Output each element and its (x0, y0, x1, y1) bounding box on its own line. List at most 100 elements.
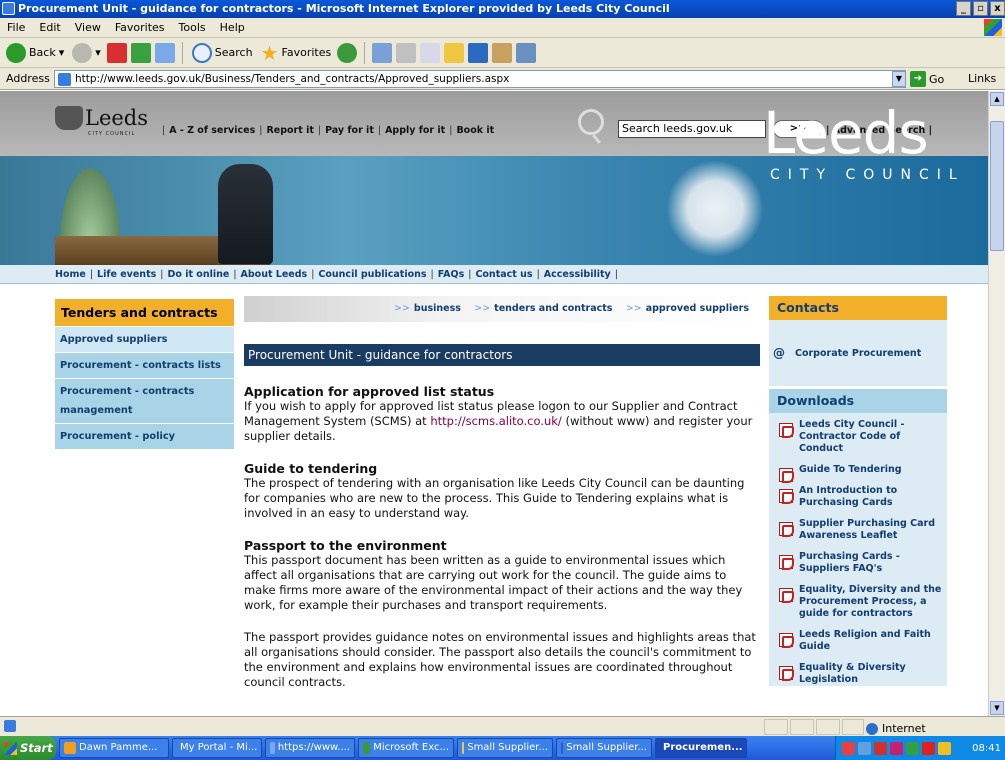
tray-icon[interactable] (858, 741, 871, 755)
history-icon[interactable] (337, 42, 358, 63)
vertical-scrollbar[interactable]: ▲ ▼ (988, 91, 1005, 716)
browser-toolbar: Back ▾ ▾ Search ★ Favorites (0, 38, 1005, 68)
link-book-it[interactable]: Book it (456, 125, 494, 136)
page-status-icon (4, 720, 16, 732)
tray-icon[interactable] (890, 741, 903, 755)
home-icon[interactable] (154, 42, 175, 63)
back-arrow-icon (6, 42, 26, 63)
nav-life-events[interactable]: Life events (97, 269, 156, 280)
taskbar-item[interactable]: https://www.... (265, 738, 355, 758)
download-item[interactable]: Equality, Diversity and the Procurement … (769, 584, 947, 620)
download-item[interactable]: Equality & Diversity Legislation (769, 662, 947, 686)
status-cell (842, 719, 864, 735)
folder-icon[interactable] (444, 42, 465, 63)
left-nav: Tenders and contracts Approved suppliers… (55, 299, 234, 450)
crest-icon (55, 106, 83, 130)
scms-link[interactable]: http://scms.alito.co.uk/ (430, 414, 561, 428)
forward-button[interactable]: ▾ (70, 41, 103, 65)
menu-file[interactable]: File (0, 21, 32, 34)
print-icon[interactable] (396, 42, 417, 63)
breadcrumb-tenders[interactable]: tenders and contracts (494, 303, 612, 314)
taskbar-item[interactable]: Microsoft Exc... (358, 738, 454, 758)
link-a-z[interactable]: A - Z of services (169, 125, 255, 136)
search-icon (191, 42, 212, 63)
close-button[interactable]: x (990, 1, 1005, 16)
left-nav-item-policy[interactable]: Procurement - policy (55, 424, 234, 450)
start-label: Start (20, 741, 53, 755)
status-cell (764, 719, 788, 735)
start-button[interactable]: Start (0, 736, 56, 760)
tray-icon[interactable] (922, 741, 935, 755)
menu-help[interactable]: Help (213, 21, 252, 34)
chevron-down-icon: ▾ (95, 46, 101, 59)
leeds-logo[interactable]: Leeds CITY COUNCIL (55, 106, 148, 137)
nav-faqs[interactable]: FAQs (438, 269, 464, 280)
tray-icon[interactable] (938, 741, 951, 755)
chevron-down-icon: ▾ (58, 46, 65, 59)
taskbar-item[interactable]: Dawn Pamme... (59, 738, 169, 758)
chevron-right-icon: >> (474, 303, 491, 314)
ie-icon (2, 2, 15, 15)
links-button[interactable]: Links (968, 72, 996, 85)
nav-council-publications[interactable]: Council publications (318, 269, 426, 280)
address-input[interactable]: http://www.leeds.gov.uk/Business/Tenders… (54, 70, 906, 88)
nav-about-leeds[interactable]: About Leeds (241, 269, 308, 280)
pdf-icon (779, 555, 794, 570)
page-icon (58, 73, 71, 86)
nav-accessibility[interactable]: Accessibility (544, 269, 611, 280)
address-dropdown[interactable]: ▼ (892, 71, 906, 87)
favorites-button[interactable]: ★ Favorites (259, 41, 334, 65)
scroll-thumb[interactable] (990, 121, 1004, 251)
main-nav: Home | Life events | Do it online | About Leed… (0, 265, 988, 284)
search-button[interactable]: Search (190, 41, 255, 65)
taskbar-item[interactable]: Small Supplier... (556, 738, 652, 758)
nav-contact-us[interactable]: Contact us (475, 269, 532, 280)
back-button[interactable]: Back ▾ (4, 41, 66, 65)
refresh-icon[interactable] (130, 42, 151, 63)
download-item[interactable]: Leeds City Council - Contractor Code of … (769, 419, 947, 455)
breadcrumb-approved-suppliers[interactable]: approved suppliers (646, 303, 749, 314)
site-search-input[interactable]: Search leeds.gov.uk (618, 120, 766, 138)
maximize-button[interactable]: ▫ (973, 1, 988, 16)
breadcrumb-business[interactable]: business (414, 303, 461, 314)
tray-icon[interactable] (906, 741, 919, 755)
menu-tools[interactable]: Tools (172, 21, 213, 34)
link-report-it[interactable]: Report it (266, 125, 313, 136)
left-nav-item-approved-suppliers[interactable]: Approved suppliers (55, 327, 234, 353)
page-title: Procurement Unit - guidance for contract… (244, 344, 760, 366)
link-pay-for-it[interactable]: Pay for it (325, 125, 374, 136)
scroll-down-icon[interactable]: ▼ (990, 701, 1004, 715)
section-text: The passport provides guidance notes on … (244, 630, 756, 689)
tray-icon[interactable] (842, 741, 855, 755)
mail-icon[interactable] (372, 42, 393, 63)
link-apply-for-it[interactable]: Apply for it (385, 125, 445, 136)
download-item[interactable]: Leeds Religion and Faith Guide (769, 629, 947, 653)
left-nav-item-contracts-lists[interactable]: Procurement - contracts lists (55, 353, 234, 379)
go-button[interactable]: ➔ Go (910, 70, 958, 88)
section-text: If you wish to apply for approved list s… (244, 399, 753, 443)
menu-favorites[interactable]: Favorites (108, 21, 172, 34)
nav-home[interactable]: Home (55, 269, 86, 280)
people-icon[interactable] (516, 42, 537, 63)
taskbar-item[interactable]: My Portal - Mi... (172, 738, 262, 758)
download-item[interactable]: Supplier Purchasing Card Awareness Leafl… (769, 518, 947, 542)
corporate-procurement-link[interactable]: Corporate Procurement (795, 348, 921, 359)
status-cell (816, 719, 840, 735)
research-icon[interactable] (492, 42, 513, 63)
taskbar-item[interactable]: Small Supplier... (457, 738, 553, 758)
left-nav-item-contracts-management[interactable]: Procurement - contracts management (55, 379, 234, 424)
download-item[interactable]: Guide To Tendering (769, 464, 947, 483)
download-item[interactable]: Purchasing Cards - Suppliers FAQ's (769, 551, 947, 575)
page-viewport: Leeds CITY COUNCIL | A - Z of services | Re… (0, 91, 988, 716)
minimize-button[interactable]: _ (956, 1, 971, 16)
download-item[interactable]: An Introduction to Purchasing Cards (769, 485, 947, 509)
menu-edit[interactable]: Edit (32, 21, 67, 34)
nav-do-it-online[interactable]: Do it online (167, 269, 229, 280)
stop-icon[interactable] (106, 42, 127, 63)
edit-word-icon[interactable] (420, 42, 441, 63)
taskbar-item-active[interactable]: Procuremen... (655, 738, 747, 758)
menu-view[interactable]: View (68, 21, 108, 34)
messenger-icon[interactable] (468, 42, 489, 63)
tray-icon[interactable] (874, 741, 887, 755)
scroll-up-icon[interactable]: ▲ (990, 92, 1004, 106)
